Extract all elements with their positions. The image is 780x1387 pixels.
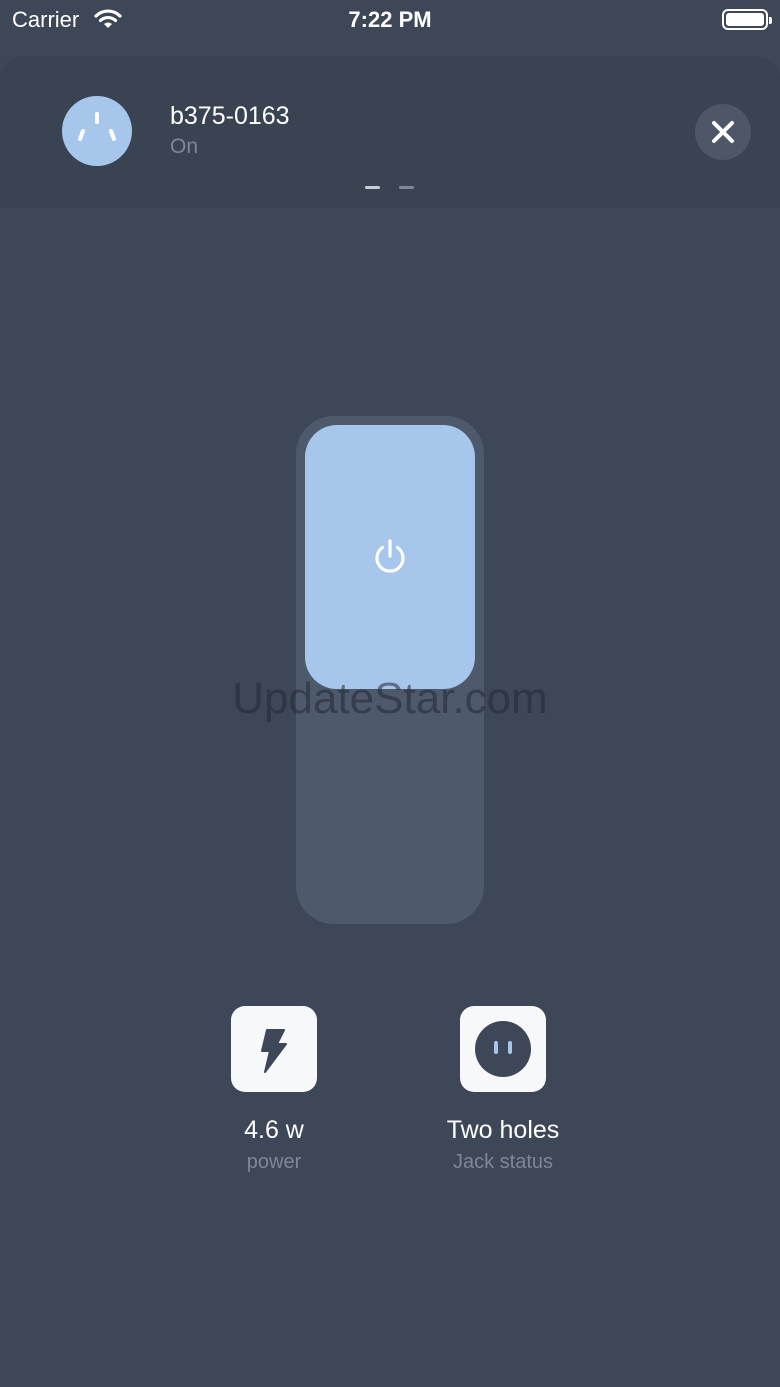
- power-label: power: [246, 1151, 302, 1173]
- power-switch-knob[interactable]: [305, 425, 475, 689]
- device-control-sheet: b375-0163 On UpdateStar.com 4.6 w power …: [0, 56, 780, 1387]
- jack-status-label: Jack status: [452, 1151, 554, 1173]
- jack-status-stat: Two holes Jack status: [403, 1006, 603, 1174]
- power-icon: [375, 539, 405, 573]
- watermark: UpdateStar.com: [232, 674, 548, 723]
- device-status: On: [170, 135, 199, 158]
- power-value: 4.6 w: [244, 1116, 304, 1144]
- page-dot[interactable]: [399, 186, 414, 189]
- socket-icon: [62, 96, 132, 166]
- close-icon: [712, 121, 734, 143]
- power-tile[interactable]: [231, 1006, 317, 1092]
- close-button[interactable]: [695, 104, 751, 160]
- page-dot-active[interactable]: [365, 186, 380, 189]
- jack-status-tile[interactable]: [460, 1006, 546, 1092]
- lightning-bolt-icon: [261, 1029, 287, 1073]
- battery-full-icon: [722, 9, 772, 30]
- two-hole-socket-icon: [475, 1021, 531, 1077]
- power-switch[interactable]: [296, 416, 484, 924]
- clock: 7:22 PM: [348, 7, 432, 32]
- page-indicator[interactable]: [365, 186, 415, 190]
- power-stat: 4.6 w power: [174, 1006, 374, 1174]
- status-bar: Carrier 7:22 PM: [0, 0, 780, 40]
- device-name: b375-0163: [170, 102, 290, 130]
- device-header: b375-0163 On: [0, 56, 780, 208]
- jack-status-value: Two holes: [446, 1116, 560, 1144]
